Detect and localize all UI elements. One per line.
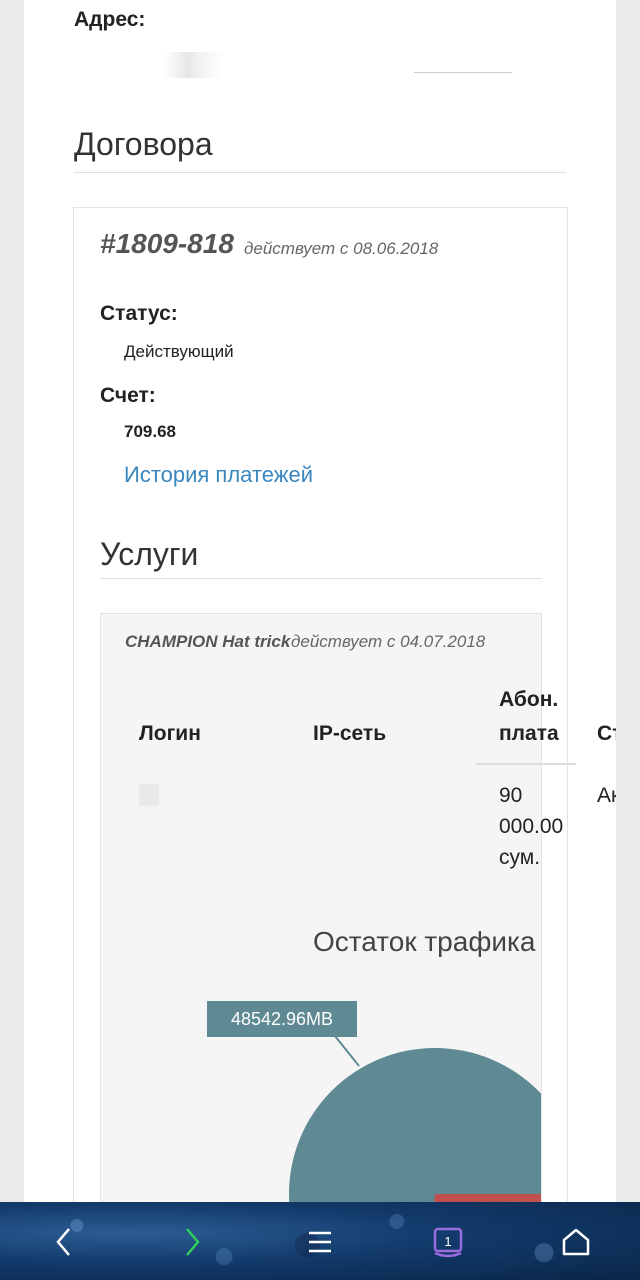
forward-chevron-icon (186, 1228, 200, 1256)
back-button[interactable] (40, 1218, 88, 1266)
pie-slice-remaining (289, 1048, 541, 1202)
menu-icon (309, 1231, 331, 1253)
home-icon (562, 1228, 590, 1256)
account-label: Счет: (100, 384, 156, 407)
back-chevron-icon (56, 1228, 70, 1256)
services-divider (100, 578, 542, 579)
services-title: Услуги (100, 536, 199, 572)
contracts-title: Договора (74, 126, 213, 162)
menu-button[interactable] (296, 1218, 344, 1266)
forward-button[interactable] (168, 1218, 216, 1266)
account-redacted (162, 386, 232, 404)
address-underline (414, 72, 512, 73)
status-redacted (214, 348, 254, 362)
payment-history-link[interactable]: История платежей (124, 462, 313, 488)
tabs-icon: 1 (433, 1227, 463, 1258)
contracts-divider (74, 172, 566, 173)
pie-slice-used (434, 1194, 541, 1202)
service-status: Акти (597, 784, 616, 807)
traffic-pie-chart: 48542.96MB (207, 1001, 541, 1202)
status-label: Статус: (100, 302, 178, 325)
account-balance: 709.68 (124, 422, 176, 441)
contract-card: #1809-818 действует с 08.06.2018 Статус:… (73, 207, 616, 1202)
address-value-redacted (164, 52, 224, 78)
page-content: Адрес: Договора #1809-818 действует с 08… (24, 0, 616, 1202)
label-leader-line (334, 1035, 360, 1067)
contract-number: #1809-818 (100, 228, 234, 259)
service-card: CHAMPION Hat trick действует с 04.07.201… (100, 613, 616, 1202)
tabs-count: 1 (444, 1234, 451, 1249)
col-status: Стат (597, 722, 616, 745)
browser-bottom-bar: 1 (0, 1202, 640, 1280)
contract-since: действует с 08.06.2018 (244, 239, 439, 258)
data-label-text: 48542.96MB (231, 1009, 333, 1029)
home-button[interactable] (552, 1218, 600, 1266)
address-label: Адрес: (74, 8, 146, 31)
tabs-button[interactable]: 1 (424, 1218, 472, 1266)
